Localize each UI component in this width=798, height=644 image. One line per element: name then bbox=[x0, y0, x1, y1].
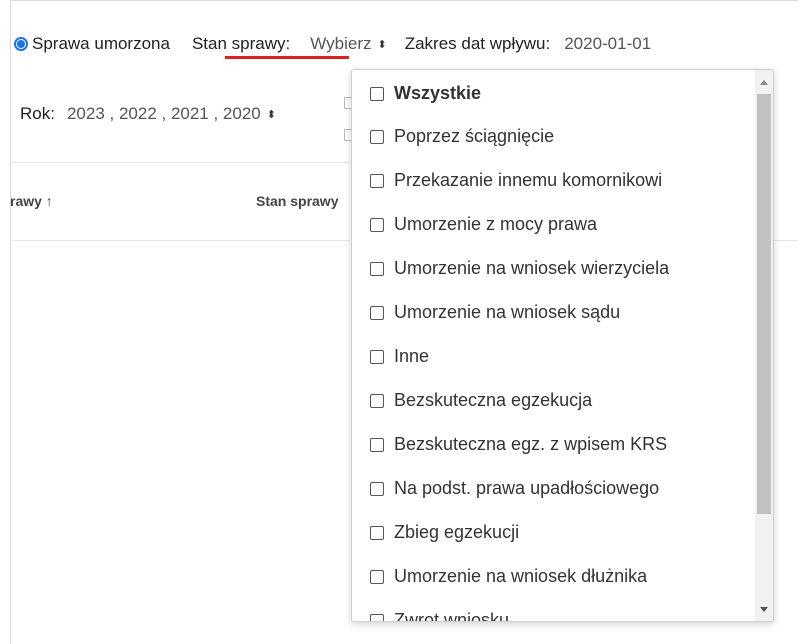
option-label: Umorzenie na wniosek wierzyciela bbox=[394, 258, 670, 278]
checkbox[interactable] bbox=[370, 525, 384, 540]
table-header-bottom-border bbox=[772, 240, 798, 241]
stan-sprawy-dropdown: Wszystkie Poprzez ściągnięcie Przekazani… bbox=[351, 69, 774, 622]
stan-sprawy-label: Stan sprawy: bbox=[191, 34, 291, 53]
option-label: Poprzez ściągnięcie bbox=[394, 126, 555, 146]
stan-sprawy-select[interactable]: Wybierz bbox=[310, 34, 371, 54]
checkbox[interactable] bbox=[370, 305, 384, 320]
dropdown-option-wszystkie[interactable]: Wszystkie bbox=[370, 83, 481, 104]
filter-row-1: Sprawa umorzona Stan sprawy: Wybierz ⬍ Z… bbox=[14, 32, 651, 56]
option-label: Wszystkie bbox=[394, 83, 482, 103]
checkbox[interactable] bbox=[370, 613, 384, 621]
scrollbar-thumb[interactable] bbox=[757, 94, 771, 514]
checkbox[interactable] bbox=[370, 173, 384, 188]
dropdown-option[interactable]: Umorzenie na wniosek wierzyciela bbox=[370, 258, 669, 279]
option-label: Inne bbox=[394, 346, 430, 366]
dropdown-option[interactable]: Inne bbox=[370, 346, 429, 367]
option-label: Umorzenie z mocy prawa bbox=[394, 214, 598, 234]
sort-icon: ⬍ bbox=[266, 108, 276, 121]
active-filter-underline bbox=[225, 56, 349, 59]
rok-select[interactable]: 2023 , 2022 , 2021 , 2020 bbox=[67, 104, 261, 124]
checkbox[interactable] bbox=[370, 349, 384, 364]
zakres-dat-input[interactable]: 2020-01-01 bbox=[564, 34, 651, 54]
option-label: Zbieg egzekucji bbox=[394, 522, 520, 542]
radio-sprawa-umorzona[interactable] bbox=[14, 37, 28, 51]
checkbox[interactable] bbox=[370, 393, 384, 408]
dropdown-option[interactable]: Przekazanie innemu komornikowi bbox=[370, 170, 662, 191]
dropdown-option[interactable]: Zbieg egzekucji bbox=[370, 522, 519, 543]
option-label: Przekazanie innemu komornikowi bbox=[394, 170, 663, 190]
option-label: Zwrot wniosku bbox=[394, 610, 510, 622]
zakres-dat-label: Zakres dat wpływu: bbox=[404, 34, 551, 53]
dropdown-option[interactable]: Zwrot wniosku bbox=[370, 610, 510, 622]
column-header-sygnatura[interactable]: rawy ↑ bbox=[10, 193, 53, 209]
scroll-up-arrow-icon[interactable] bbox=[760, 80, 768, 85]
checkbox[interactable] bbox=[370, 86, 384, 101]
rok-label: Rok: bbox=[20, 104, 55, 123]
dropdown-option[interactable]: Umorzenie z mocy prawa bbox=[370, 214, 597, 235]
table-header-top-border bbox=[10, 162, 350, 163]
option-label: Na podst. prawa upadłościowego bbox=[394, 478, 660, 498]
dropdown-option[interactable]: Umorzenie na wniosek dłużnika bbox=[370, 566, 647, 587]
option-label: Bezskuteczna egz. z wpisem KRS bbox=[394, 434, 668, 454]
dropdown-option[interactable]: Na podst. prawa upadłościowego bbox=[370, 478, 659, 499]
dropdown-option[interactable]: Bezskuteczna egz. z wpisem KRS bbox=[370, 434, 667, 455]
option-label: Umorzenie na wniosek dłużnika bbox=[394, 566, 648, 586]
sort-icon: ⬍ bbox=[377, 38, 387, 51]
checkbox[interactable] bbox=[370, 217, 384, 232]
column-header-stan-sprawy[interactable]: Stan sprawy bbox=[256, 193, 338, 209]
checkbox[interactable] bbox=[370, 261, 384, 276]
scroll-down-arrow-icon[interactable] bbox=[760, 607, 768, 612]
option-label: Umorzenie na wniosek sądu bbox=[394, 302, 621, 322]
dropdown-scrollbar[interactable] bbox=[755, 70, 773, 621]
radio-label[interactable]: Sprawa umorzona bbox=[32, 34, 170, 54]
dropdown-option[interactable]: Umorzenie na wniosek sądu bbox=[370, 302, 620, 323]
dropdown-option[interactable]: Poprzez ściągnięcie bbox=[370, 126, 554, 147]
table-header-bottom-border bbox=[10, 240, 350, 241]
filter-row-2: Rok: 2023 , 2022 , 2021 , 2020 ⬍ bbox=[20, 104, 276, 124]
checkbox[interactable] bbox=[370, 129, 384, 144]
checkbox[interactable] bbox=[370, 437, 384, 452]
option-label: Bezskuteczna egzekucja bbox=[394, 390, 593, 410]
checkbox[interactable] bbox=[370, 569, 384, 584]
dropdown-option[interactable]: Bezskuteczna egzekucja bbox=[370, 390, 592, 411]
checkbox[interactable] bbox=[370, 481, 384, 496]
